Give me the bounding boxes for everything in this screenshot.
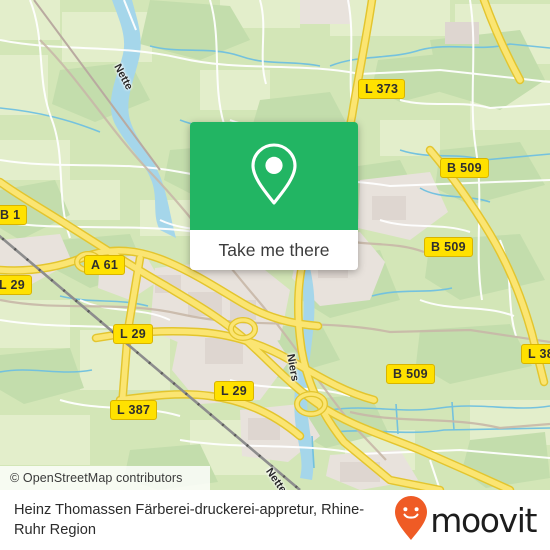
- road-shield: A 61: [84, 255, 126, 276]
- moovit-logo[interactable]: moovit: [394, 495, 537, 546]
- popup-icon-area: [190, 122, 358, 230]
- road-shield: L 29: [214, 381, 254, 402]
- road-shield: B 509: [386, 364, 435, 385]
- map-pin-icon: [248, 141, 300, 212]
- road-shield: B 509: [440, 158, 489, 179]
- map-attribution[interactable]: © OpenStreetMap contributors: [0, 466, 210, 490]
- take-me-there-button[interactable]: Take me there: [190, 230, 358, 270]
- road-shield: L 29: [113, 324, 153, 345]
- road-shield: B 509: [424, 237, 473, 258]
- footer-bar: Heinz Thomassen Färberei-druckerei-appre…: [0, 490, 550, 550]
- road-shield: L 29: [0, 275, 32, 296]
- moovit-wordmark: moovit: [430, 500, 537, 540]
- destination-popup[interactable]: Take me there: [190, 122, 358, 270]
- road-shield: L 387: [110, 400, 158, 421]
- moovit-pin-icon: [394, 495, 428, 546]
- road-shield: L 373: [358, 79, 406, 100]
- road-shield: L 384: [521, 344, 550, 365]
- map-canvas[interactable]: L 373 B 509 B 509 B 509 L 384 A 61 L 29 L 29 L 2…: [0, 0, 550, 490]
- take-me-there-label: Take me there: [218, 239, 330, 260]
- attribution-text: © OpenStreetMap contributors: [10, 471, 183, 485]
- map-screen: L 373 B 509 B 509 B 509 L 384 A 61 L 29 L 29 L 2…: [0, 0, 550, 550]
- place-title: Heinz Thomassen Färberei-druckerei-appre…: [14, 501, 365, 538]
- road-shield: B 1: [0, 205, 28, 226]
